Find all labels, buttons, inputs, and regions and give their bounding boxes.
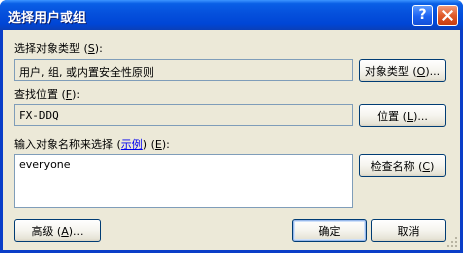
- ok-button[interactable]: 确定: [292, 219, 367, 242]
- cancel-button[interactable]: 取消: [371, 219, 446, 242]
- help-icon: ?: [418, 7, 427, 23]
- object-names-label: 输入对象名称来选择 (示例) (E):: [14, 138, 170, 151]
- close-icon: [442, 10, 453, 21]
- object-type-value: 用户, 组, 或内置安全性原则: [19, 66, 154, 79]
- dialog-body: 选择对象类型 (S): 用户, 组, 或内置安全性原则 对象类型 (O)... …: [3, 30, 460, 250]
- object-type-label: 选择对象类型 (S):: [14, 42, 103, 55]
- location-value: FX-DDQ: [19, 109, 59, 122]
- location-label: 查找位置 (F):: [14, 88, 81, 101]
- dialog-window: 选择用户或组 ? 选择对象类型 (S): 用户, 组, 或内置安全性原则 对象类…: [0, 0, 463, 253]
- examples-link[interactable]: 示例: [121, 138, 143, 151]
- location-field: FX-DDQ: [14, 104, 353, 126]
- object-names-input[interactable]: everyone: [14, 154, 353, 208]
- locations-button[interactable]: 位置 (L)...: [359, 104, 446, 127]
- close-button[interactable]: [437, 5, 458, 26]
- resize-grip-icon[interactable]: [446, 236, 458, 248]
- help-button[interactable]: ?: [412, 5, 433, 26]
- object-names-value: everyone: [19, 158, 71, 171]
- object-types-button[interactable]: 对象类型 (O)...: [359, 59, 446, 82]
- title-bar[interactable]: 选择用户或组 ?: [0, 0, 463, 30]
- check-names-button[interactable]: 检查名称 (C): [359, 154, 446, 177]
- object-type-field: 用户, 组, 或内置安全性原则: [14, 59, 353, 81]
- window-title: 选择用户或组: [8, 11, 87, 26]
- advanced-button[interactable]: 高级 (A)...: [14, 219, 101, 242]
